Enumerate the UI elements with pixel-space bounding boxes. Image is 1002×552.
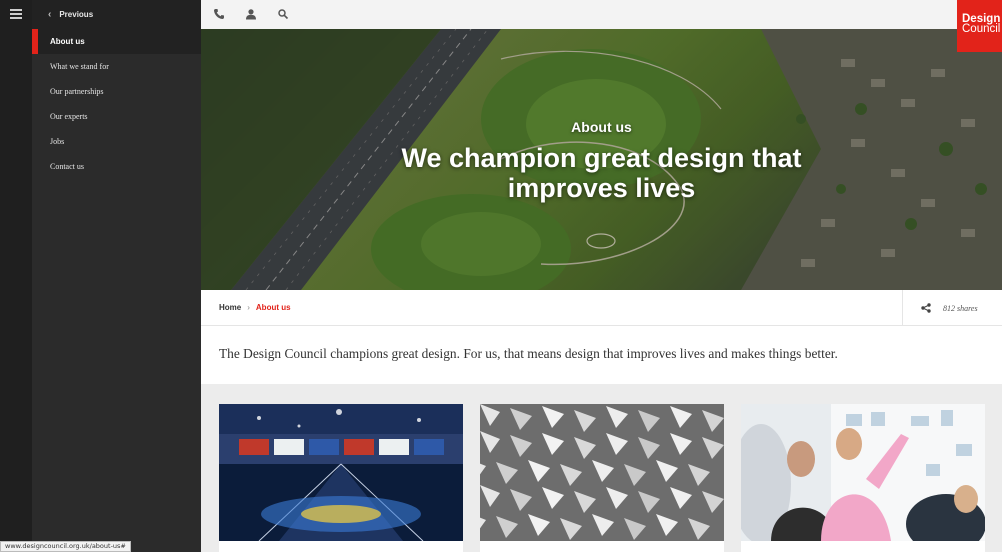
sidebar-item-our-experts[interactable]: Our experts xyxy=(32,104,201,129)
people-at-whiteboard-image xyxy=(741,404,985,541)
search-icon[interactable] xyxy=(277,7,291,21)
status-bar-url: www.designcouncil.org.uk/about-us# xyxy=(0,541,131,552)
share-button[interactable]: 812 shares xyxy=(902,290,1002,326)
logo-line-2: Council xyxy=(962,23,1001,35)
previous-link[interactable]: ‹ Previous xyxy=(32,0,201,29)
sidebar-item-label: Jobs xyxy=(50,137,65,146)
hero-banner: About us We champion great design that i… xyxy=(201,29,1002,290)
sidebar-item-contact-us[interactable]: Contact us xyxy=(32,154,201,179)
design-council-logo[interactable]: Design Council xyxy=(957,0,1002,52)
intro-section: The Design Council champions great desig… xyxy=(201,326,1002,384)
icon-rail xyxy=(0,0,32,552)
card-pattern[interactable] xyxy=(480,404,724,552)
chevron-left-icon: ‹ xyxy=(48,9,52,20)
sidebar-item-label: About us xyxy=(50,37,85,46)
stadium-ceremony-image xyxy=(219,404,463,541)
hero-subtitle: About us xyxy=(571,119,632,135)
breadcrumb-bar: Home › About us 812 shares xyxy=(201,290,1002,326)
sidebar-item-about-us[interactable]: About us xyxy=(32,29,201,54)
share-icon xyxy=(921,303,931,313)
sidebar-item-label: Our experts xyxy=(50,112,88,121)
geometric-pattern-image xyxy=(480,404,724,541)
sidebar-item-our-partnerships[interactable]: Our partnerships xyxy=(32,79,201,104)
sidebar-item-what-we-stand-for[interactable]: What we stand for xyxy=(32,54,201,79)
breadcrumb-current: About us xyxy=(255,303,291,312)
sidebar-nav: ‹ Previous About us What we stand for Ou… xyxy=(32,0,201,552)
phone-icon[interactable] xyxy=(213,7,227,21)
sidebar-item-label: What we stand for xyxy=(50,62,109,71)
breadcrumb-separator: › xyxy=(247,303,250,312)
intro-text: The Design Council champions great desig… xyxy=(219,346,838,361)
sidebar-item-jobs[interactable]: Jobs xyxy=(32,129,201,154)
sidebar-item-label: Contact us xyxy=(50,162,84,171)
previous-label: Previous xyxy=(59,10,94,19)
menu-icon[interactable] xyxy=(10,9,22,19)
share-count: 812 shares xyxy=(943,303,978,313)
top-bar: Design Council xyxy=(201,0,1002,52)
card-whiteboard[interactable] xyxy=(741,404,985,552)
breadcrumb-home[interactable]: Home xyxy=(219,303,241,312)
card-grid xyxy=(201,384,1002,552)
user-icon[interactable] xyxy=(245,7,259,21)
breadcrumb: Home › About us xyxy=(219,303,291,312)
sidebar-item-label: Our partnerships xyxy=(50,87,104,96)
hero-title: We champion great design that improves l… xyxy=(401,143,802,203)
card-stadium[interactable] xyxy=(219,404,463,552)
